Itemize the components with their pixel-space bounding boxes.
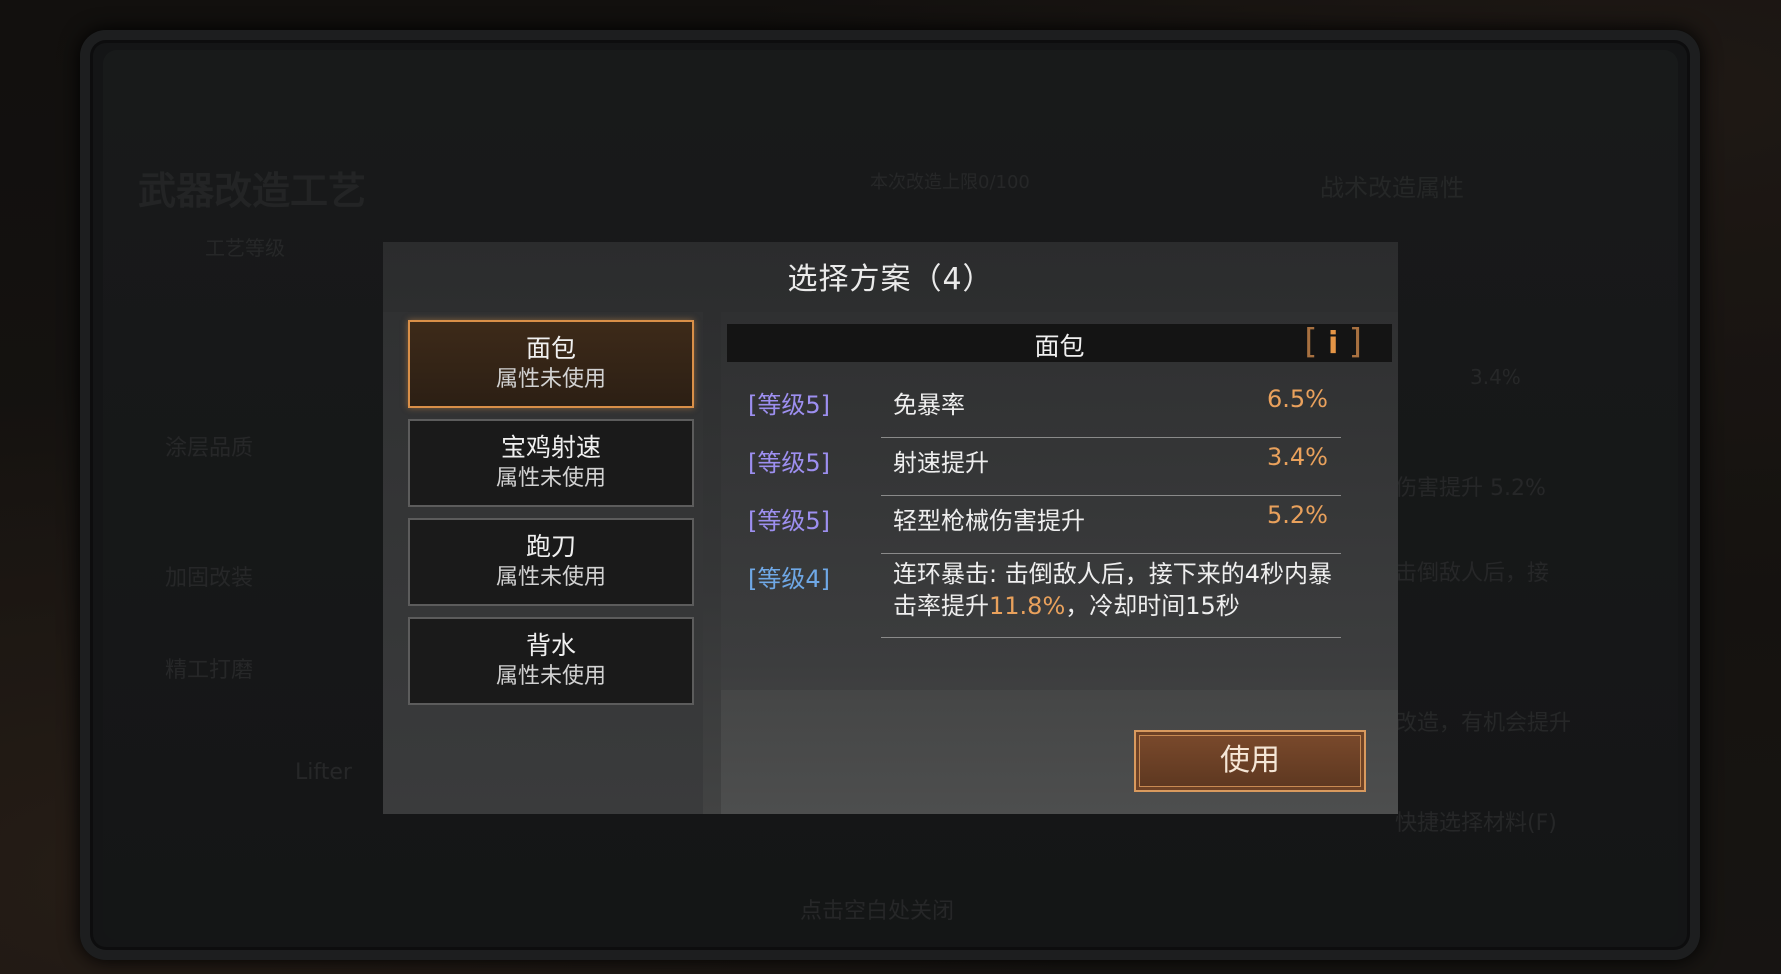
attribute-list: [等级5] 免暴率 6.5% [等级5] 射速提升 3.4% [等级5] 轻型枪… <box>721 380 1398 638</box>
scheme-status: 属性未使用 <box>495 565 606 590</box>
attribute-value: 3.4% <box>1267 443 1328 471</box>
scheme-item-firerate[interactable]: 宝鸡射速 属性未使用 <box>408 419 694 507</box>
scheme-item-runner[interactable]: 跑刀 属性未使用 <box>408 518 694 606</box>
attribute-name: 免暴率 <box>893 391 965 419</box>
attribute-value: 6.5% <box>1267 385 1328 413</box>
detail-footer: 使用 <box>721 690 1398 814</box>
row-divider <box>881 637 1341 638</box>
scheme-item-bread[interactable]: 面包 属性未使用 <box>408 320 694 408</box>
info-icon: i <box>1327 326 1339 361</box>
scheme-name: 宝鸡射速 <box>500 433 601 462</box>
info-button[interactable]: [ i ] <box>1304 324 1362 362</box>
attribute-level: [等级5] <box>748 391 830 419</box>
scheme-status: 属性未使用 <box>495 367 606 392</box>
use-button[interactable]: 使用 <box>1134 730 1366 792</box>
desc-highlight-value: 11.8% <box>989 592 1066 620</box>
scheme-list-panel: 面包 属性未使用 宝鸡射速 属性未使用 跑刀 属性未使用 背水 属性未使用 <box>383 312 703 814</box>
scheme-name: 背水 <box>525 631 576 660</box>
bracket-left: [ <box>1304 322 1318 362</box>
attribute-row: [等级5] 射速提升 3.4% <box>721 438 1398 496</box>
scheme-list: 面包 属性未使用 宝鸡射速 属性未使用 跑刀 属性未使用 背水 属性未使用 <box>408 320 694 716</box>
scheme-detail-panel: 面包 [ i ] [等级5] 免暴率 6.5% [等级5] 射速提升 3.4% … <box>721 312 1398 814</box>
attribute-value: 5.2% <box>1267 501 1328 529</box>
detail-header: 面包 [ i ] <box>727 324 1392 362</box>
bracket-right: ] <box>1348 322 1362 362</box>
scheme-status: 属性未使用 <box>495 664 606 689</box>
scheme-status: 属性未使用 <box>495 466 606 491</box>
scheme-name: 面包 <box>525 334 576 363</box>
dialog-title: 选择方案（4） <box>787 262 994 297</box>
attribute-level: [等级5] <box>748 507 830 535</box>
attribute-level: [等级5] <box>748 449 830 477</box>
detail-title: 面包 <box>1034 332 1085 361</box>
attribute-name: 射速提升 <box>893 449 989 477</box>
attribute-row: [等级5] 免暴率 6.5% <box>721 380 1398 438</box>
desc-text: ，冷却时间15秒 <box>1065 592 1240 620</box>
attribute-row: [等级5] 轻型枪械伤害提升 5.2% <box>721 496 1398 554</box>
attribute-level: [等级4] <box>748 565 830 593</box>
scheme-name: 跑刀 <box>525 532 576 561</box>
special-attribute-description: 连环暴击: 击倒敌人后，接下来的4秒内暴击率提升11.8%，冷却时间15秒 <box>893 558 1343 622</box>
scheme-select-dialog: 选择方案（4） 面包 属性未使用 宝鸡射速 属性未使用 跑刀 属性未使用 背水 … <box>383 242 1398 814</box>
special-attribute-row: [等级4] 连环暴击: 击倒敌人后，接下来的4秒内暴击率提升11.8%，冷却时间… <box>721 554 1398 638</box>
attribute-name: 轻型枪械伤害提升 <box>893 507 1085 535</box>
scheme-item-last-stand[interactable]: 背水 属性未使用 <box>408 617 694 705</box>
